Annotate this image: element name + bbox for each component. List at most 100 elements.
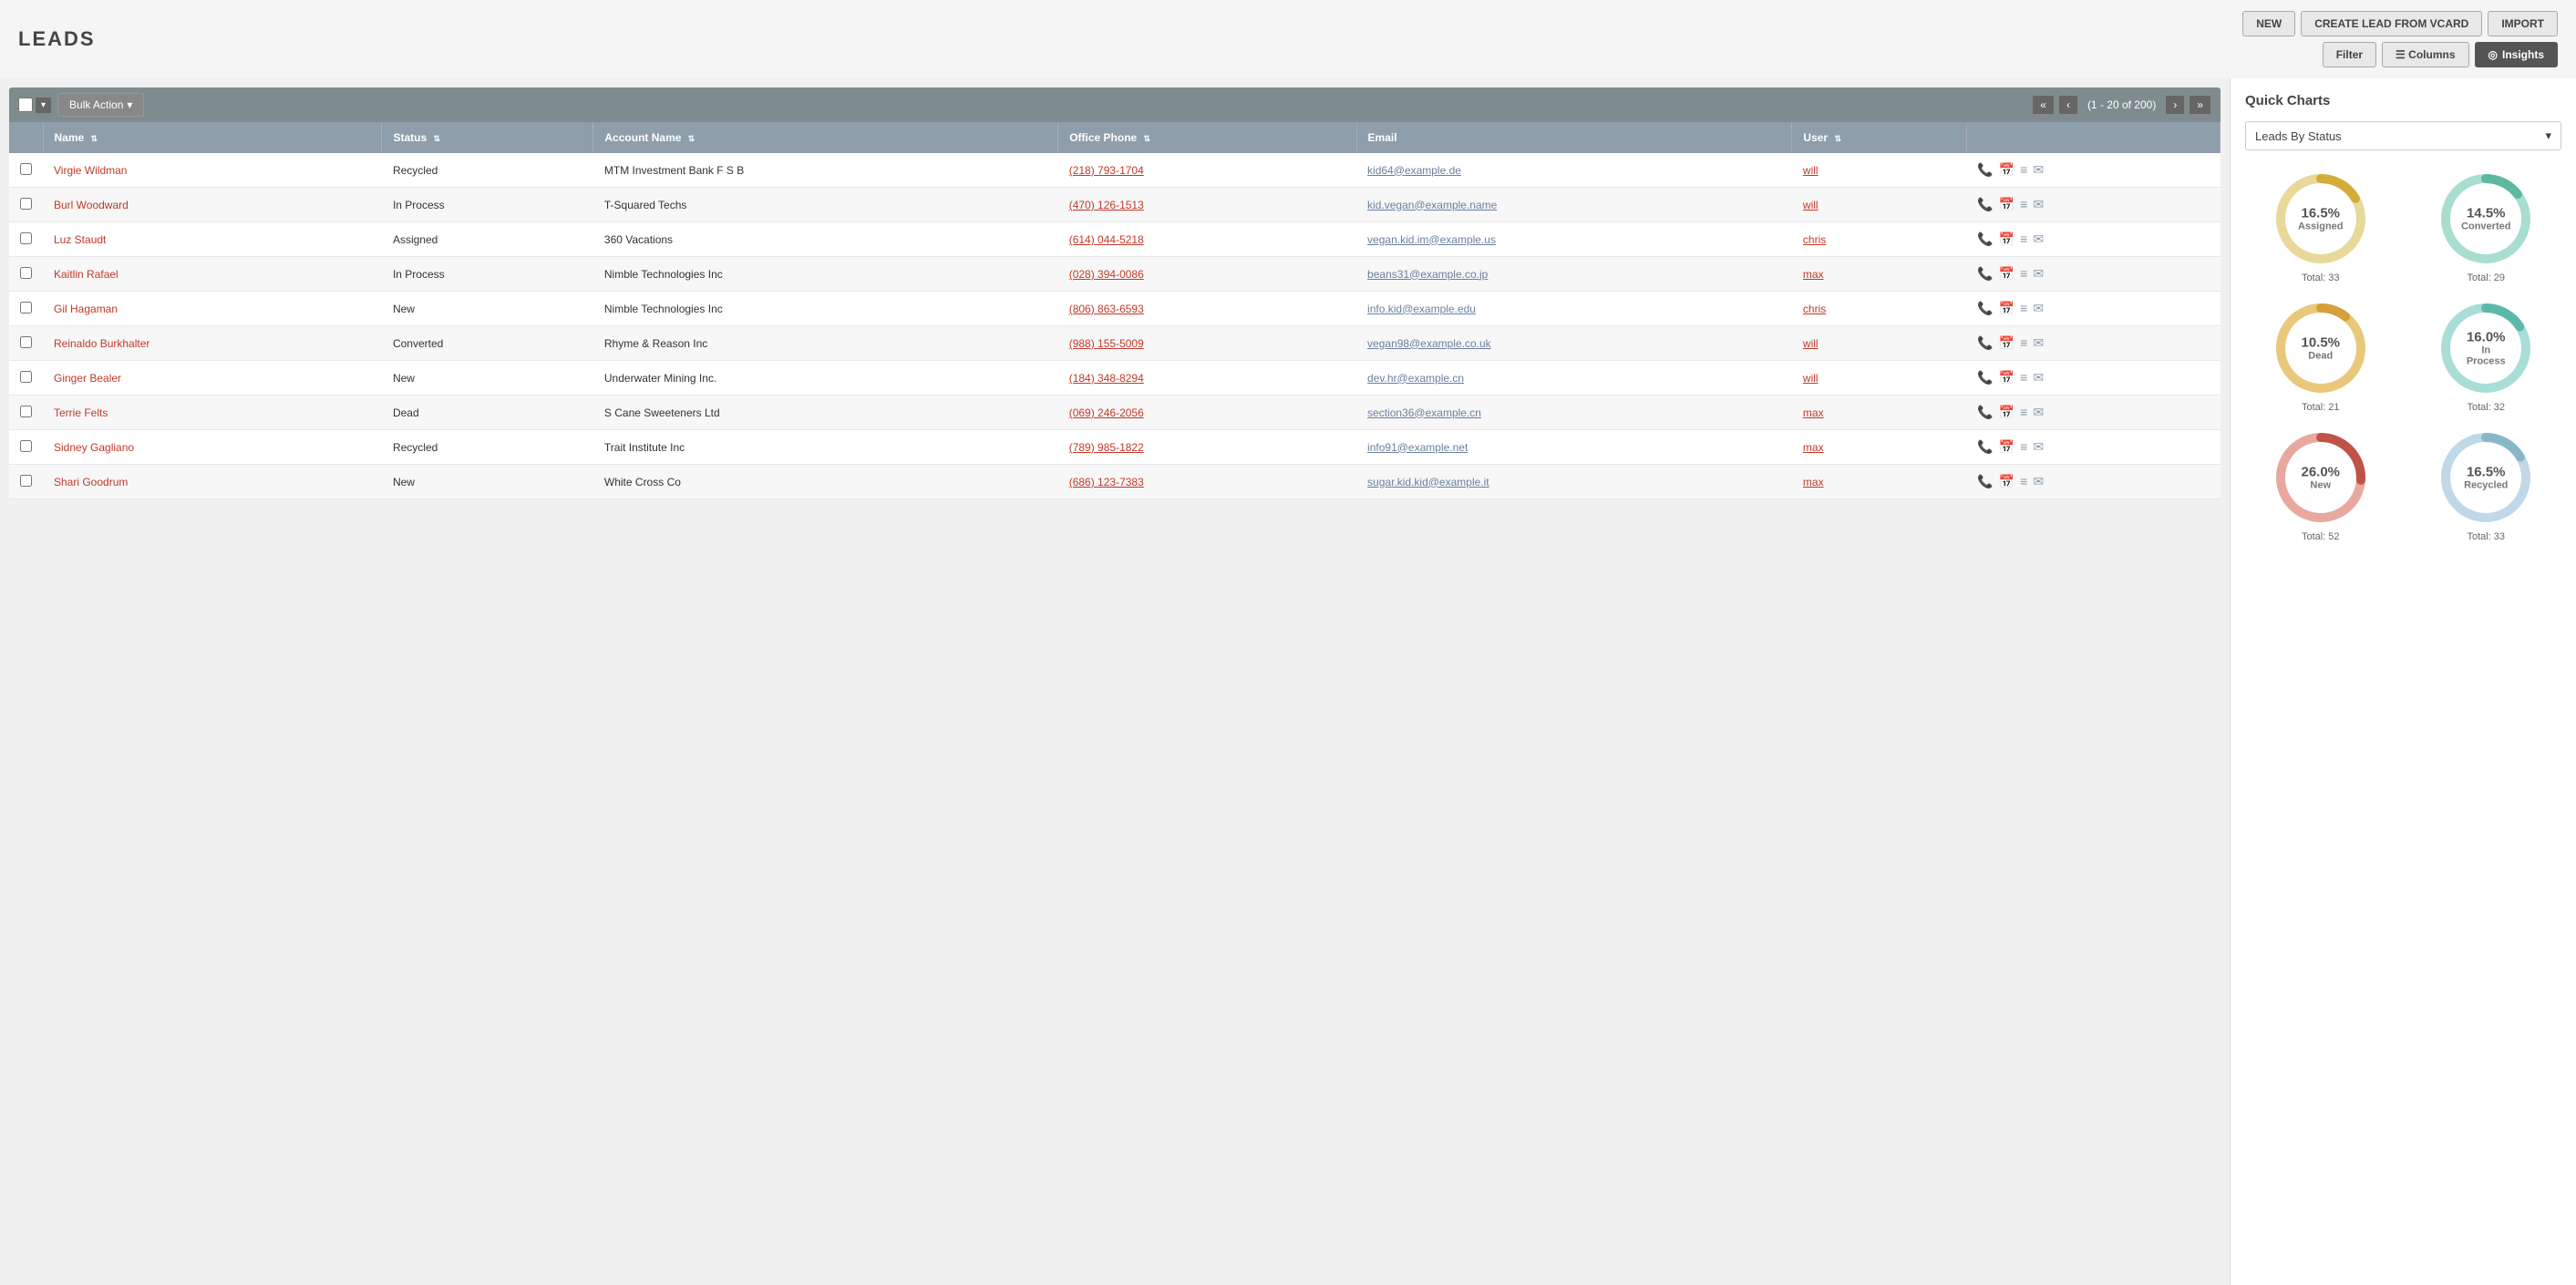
list-icon[interactable]: ≡ [2020,266,2027,282]
user-link[interactable]: will [1803,164,1819,177]
prev-page-button[interactable]: ‹ [2058,95,2078,115]
th-name[interactable]: Name ⇅ [43,122,382,153]
phone-icon[interactable]: 📞 [1977,197,1993,212]
email-link[interactable]: vegan.kid.im@example.us [1367,233,1496,246]
email-link[interactable]: dev.hr@example.cn [1367,372,1464,385]
email-icon[interactable]: ✉ [2033,474,2044,489]
first-page-button[interactable]: « [2032,95,2055,115]
insights-button[interactable]: ◎ Insights [2475,42,2559,67]
phone-icon[interactable]: 📞 [1977,474,1993,489]
user-link[interactable]: max [1803,441,1824,454]
select-dropdown-arrow[interactable]: ▾ [35,97,52,114]
phone-icon[interactable]: 📞 [1977,301,1993,316]
phone-icon[interactable]: 📞 [1977,231,1993,247]
lead-name-link[interactable]: Burl Woodward [54,199,129,211]
phone-icon[interactable]: 📞 [1977,335,1993,351]
user-link[interactable]: will [1803,199,1819,211]
lead-name-link[interactable]: Shari Goodrum [54,476,128,488]
filter-button[interactable]: Filter [2323,42,2376,67]
email-link[interactable]: section36@example.cn [1367,406,1481,419]
email-icon[interactable]: ✉ [2033,266,2044,282]
calendar-icon[interactable]: 📅 [1999,197,2014,212]
th-email[interactable]: Email [1356,122,1792,153]
phone-icon[interactable]: 📞 [1977,405,1993,420]
calendar-icon[interactable]: 📅 [1999,474,2014,489]
select-all-checkbox[interactable] [18,98,33,112]
email-icon[interactable]: ✉ [2033,231,2044,247]
row-checkbox[interactable] [20,163,32,175]
email-link[interactable]: info91@example.net [1367,441,1468,454]
user-link[interactable]: chris [1803,233,1826,246]
th-user[interactable]: User ⇅ [1792,122,1966,153]
calendar-icon[interactable]: 📅 [1999,301,2014,316]
lead-name-link[interactable]: Luz Staudt [54,233,106,246]
phone-icon[interactable]: 📞 [1977,439,1993,455]
email-icon[interactable]: ✉ [2033,335,2044,351]
lead-name-link[interactable]: Gil Hagaman [54,303,118,315]
phone-link[interactable]: (028) 394-0086 [1069,268,1144,281]
phone-link[interactable]: (988) 155-5009 [1069,337,1144,350]
user-link[interactable]: max [1803,406,1824,419]
list-icon[interactable]: ≡ [2020,301,2027,316]
th-account-name[interactable]: Account Name ⇅ [593,122,1058,153]
columns-button[interactable]: ☰ Columns [2382,42,2468,67]
next-page-button[interactable]: › [2165,95,2185,115]
row-checkbox[interactable] [20,302,32,314]
calendar-icon[interactable]: 📅 [1999,162,2014,178]
phone-icon[interactable]: 📞 [1977,370,1993,386]
calendar-icon[interactable]: 📅 [1999,266,2014,282]
phone-link[interactable]: (806) 863-6593 [1069,303,1144,315]
calendar-icon[interactable]: 📅 [1999,405,2014,420]
email-link[interactable]: kid.vegan@example.name [1367,199,1497,211]
email-icon[interactable]: ✉ [2033,370,2044,386]
row-checkbox[interactable] [20,267,32,279]
th-status[interactable]: Status ⇅ [382,122,593,153]
email-link[interactable]: kid64@example.de [1367,164,1461,177]
user-link[interactable]: max [1803,268,1824,281]
row-checkbox[interactable] [20,440,32,452]
list-icon[interactable]: ≡ [2020,197,2027,212]
lead-name-link[interactable]: Kaitlin Rafael [54,268,118,281]
row-checkbox[interactable] [20,336,32,348]
list-icon[interactable]: ≡ [2020,474,2027,489]
phone-link[interactable]: (789) 985-1822 [1069,441,1144,454]
calendar-icon[interactable]: 📅 [1999,439,2014,455]
new-button[interactable]: NEW [2242,11,2295,36]
email-icon[interactable]: ✉ [2033,405,2044,420]
last-page-button[interactable]: » [2189,95,2211,115]
th-office-phone[interactable]: Office Phone ⇅ [1058,122,1356,153]
row-checkbox[interactable] [20,232,32,244]
user-link[interactable]: chris [1803,303,1826,315]
phone-link[interactable]: (686) 123-7383 [1069,476,1144,488]
phone-link[interactable]: (470) 126-1513 [1069,199,1144,211]
email-link[interactable]: sugar.kid.kid@example.it [1367,476,1489,488]
lead-name-link[interactable]: Virgie Wildman [54,164,127,177]
email-link[interactable]: vegan98@example.co.uk [1367,337,1491,350]
list-icon[interactable]: ≡ [2020,370,2027,386]
lead-name-link[interactable]: Ginger Bealer [54,372,121,385]
email-icon[interactable]: ✉ [2033,197,2044,212]
email-icon[interactable]: ✉ [2033,301,2044,316]
phone-link[interactable]: (614) 044-5218 [1069,233,1144,246]
user-link[interactable]: max [1803,476,1824,488]
phone-link[interactable]: (069) 246-2056 [1069,406,1144,419]
row-checkbox[interactable] [20,371,32,383]
email-link[interactable]: info.kid@example.edu [1367,303,1476,315]
row-checkbox[interactable] [20,406,32,417]
phone-link[interactable]: (184) 348-8294 [1069,372,1144,385]
list-icon[interactable]: ≡ [2020,335,2027,351]
list-icon[interactable]: ≡ [2020,231,2027,247]
calendar-icon[interactable]: 📅 [1999,370,2014,386]
list-icon[interactable]: ≡ [2020,439,2027,455]
email-icon[interactable]: ✉ [2033,162,2044,178]
user-link[interactable]: will [1803,372,1819,385]
email-link[interactable]: beans31@example.co.jp [1367,268,1488,281]
lead-name-link[interactable]: Reinaldo Burkhalter [54,337,149,350]
list-icon[interactable]: ≡ [2020,162,2027,178]
calendar-icon[interactable]: 📅 [1999,231,2014,247]
phone-icon[interactable]: 📞 [1977,162,1993,178]
row-checkbox[interactable] [20,198,32,210]
lead-name-link[interactable]: Terrie Felts [54,406,108,419]
import-button[interactable]: IMPORT [2488,11,2558,36]
list-icon[interactable]: ≡ [2020,405,2027,420]
